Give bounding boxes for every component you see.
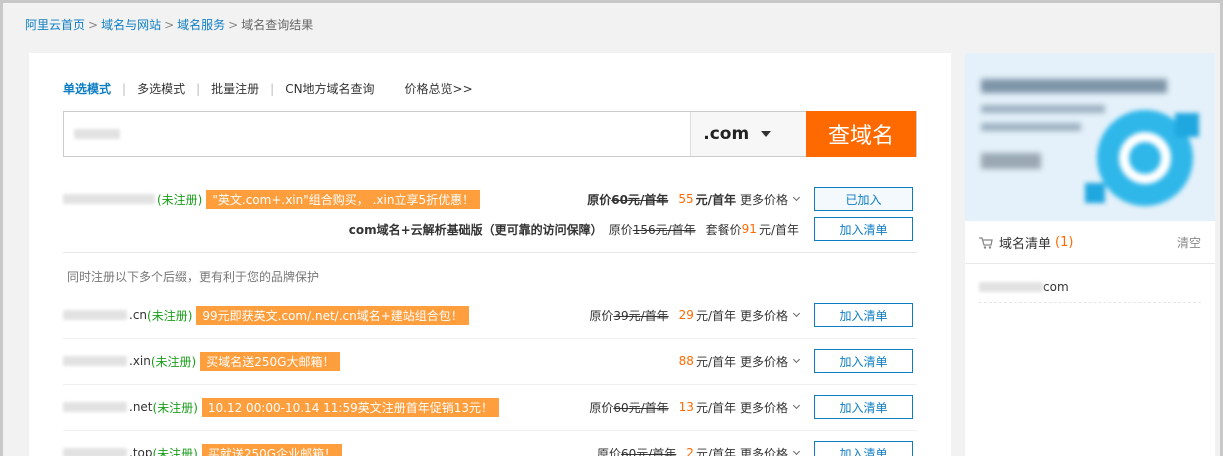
- add-to-list-button[interactable]: 加入清单: [814, 441, 913, 456]
- add-to-list-button[interactable]: 加入清单: [814, 395, 913, 419]
- divider: [965, 263, 1215, 264]
- caret-down-icon: [761, 131, 772, 137]
- status-badge: (未注册): [150, 354, 197, 369]
- cart-header: 域名清单 (1) 清空: [979, 233, 1201, 252]
- price-overview-link[interactable]: 价格总览>>: [405, 80, 473, 97]
- domain-search-box: .com 查域名: [63, 111, 917, 157]
- result-row-top: .top (未注册) 买就送250G企业邮箱！ 原价60元/首年 2 元/首年 …: [63, 441, 917, 456]
- promo-tag: 买就送250G企业邮箱！: [201, 443, 343, 456]
- result-row-net: .net (未注册) 10.12 00:00-10.14 11:59英文注册首年…: [63, 395, 917, 419]
- more-prices-toggle[interactable]: 更多价格: [740, 307, 801, 324]
- breadcrumb-domain-website[interactable]: 域名与网站: [101, 18, 161, 32]
- chevron-down-icon: [792, 355, 801, 364]
- cart-title: 域名清单: [999, 237, 1052, 252]
- tab-multi-mode[interactable]: 多选模式: [137, 80, 185, 97]
- tab-batch-register[interactable]: 批量注册: [211, 80, 259, 97]
- suffix-select[interactable]: .com: [690, 112, 807, 156]
- promo-tag: 买域名送250G大邮箱！: [200, 351, 341, 371]
- result-row-cn: .cn (未注册) 99元即获英文.com/.net/.cn域名+建站组合包！ …: [63, 303, 917, 327]
- result-row-main: (未注册) "英文.com+.xin"组合购买， .xin立享5折优惠！ 原价6…: [63, 187, 917, 211]
- domain-name: (未注册) "英文.com+.xin"组合购买， .xin立享5折优惠！: [63, 189, 481, 209]
- bundle-row: com域名+云解析基础版（更可靠的访问保障） 原价156元/首年 套餐价 91 …: [63, 217, 917, 241]
- cloud-logo-icon: [1085, 110, 1199, 206]
- sidebar: 域名清单 (1) 清空 com: [965, 53, 1215, 456]
- cart-icon: [979, 236, 993, 249]
- add-to-list-button[interactable]: 加入清单: [814, 349, 913, 373]
- clear-cart-button[interactable]: 清空: [1177, 234, 1201, 251]
- main-panel: 单选模式 | 多选模式 | 批量注册 | CN地方域名查询 价格总览>> .co…: [29, 53, 951, 456]
- promo-tag: 99元即获英文.com/.net/.cn域名+建站组合包！: [196, 305, 469, 325]
- tab-single-mode[interactable]: 单选模式: [63, 80, 111, 97]
- status-badge: (未注册): [152, 446, 198, 456]
- cart-item: com: [979, 280, 1201, 303]
- breadcrumb-domain-service[interactable]: 域名服务: [177, 18, 225, 32]
- added-button[interactable]: 已加入: [814, 187, 913, 211]
- breadcrumb-current: 域名查询结果: [241, 18, 314, 32]
- more-prices-toggle[interactable]: 更多价格: [740, 399, 801, 416]
- breadcrumb: 阿里云首页 > 域名与网站 > 域名服务 > 域名查询结果: [25, 18, 314, 32]
- result-row-xin: .xin (未注册) 买域名送250G大邮箱！ 88 元/首年 更多价格 加入清…: [63, 349, 917, 373]
- status-badge: (未注册): [147, 308, 193, 323]
- chevron-down-icon: [792, 309, 801, 318]
- promo-tag: "英文.com+.xin"组合购买， .xin立享5折优惠！: [206, 189, 481, 209]
- more-prices-toggle[interactable]: 更多价格: [740, 353, 801, 370]
- chevron-down-icon: [792, 447, 801, 456]
- search-domain-button[interactable]: 查域名: [806, 111, 916, 157]
- domain-search-input[interactable]: [64, 112, 691, 156]
- chevron-down-icon: [792, 401, 801, 410]
- tab-cn-local-domain[interactable]: CN地方域名查询: [285, 80, 374, 97]
- divider: [63, 252, 917, 253]
- more-prices-toggle[interactable]: 更多价格: [740, 445, 801, 456]
- cart-count: (1): [1055, 235, 1074, 250]
- add-bundle-button[interactable]: 加入清单: [814, 217, 913, 241]
- status-badge: (未注册): [152, 400, 198, 415]
- ad-banner[interactable]: [965, 53, 1215, 221]
- promo-tag: 10.12 00:00-10.14 11:59英文注册首年促销13元！: [201, 397, 499, 417]
- price-info: 原价60元/首年 55 元/首年 更多价格: [587, 191, 801, 208]
- brand-protection-note: 同时注册以下多个后缀，更有利于您的品牌保护: [67, 270, 320, 284]
- more-prices-toggle[interactable]: 更多价格: [740, 191, 801, 208]
- breadcrumb-home[interactable]: 阿里云首页: [25, 18, 85, 32]
- chevron-down-icon: [792, 193, 801, 202]
- status-badge: (未注册): [157, 192, 203, 207]
- add-to-list-button[interactable]: 加入清单: [814, 303, 913, 327]
- mode-tabs: 单选模式 | 多选模式 | 批量注册 | CN地方域名查询 价格总览>>: [63, 80, 473, 97]
- bundle-info: com域名+云解析基础版（更可靠的访问保障） 原价156元/首年 套餐价 91 …: [348, 222, 799, 237]
